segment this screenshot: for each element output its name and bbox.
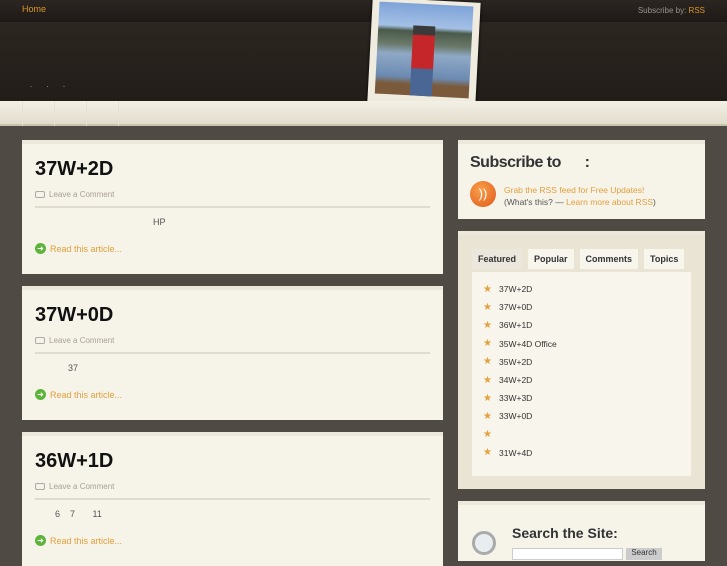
comment-icon [35, 191, 45, 198]
search-title: Search the Site: [512, 525, 618, 541]
post-title[interactable]: 36W+1D [35, 450, 430, 473]
arrow-right-icon: ➜ [35, 389, 46, 400]
star-icon: ★ [483, 356, 492, 368]
header: Home Subscribe by: RSS . . . [0, 0, 727, 107]
nav-item[interactable] [22, 101, 54, 126]
nav-item[interactable] [54, 101, 86, 126]
read-more-link[interactable]: Read this article... [50, 244, 122, 254]
tab-popular[interactable]: Popular [528, 249, 574, 269]
read-more-link[interactable]: Read this article... [50, 536, 122, 546]
star-icon: ★ [483, 301, 492, 313]
header-photo [367, 0, 481, 107]
star-icon: ★ [483, 283, 492, 295]
learn-more-link[interactable]: Learn more about RSS [566, 197, 653, 207]
star-icon: ★ [483, 319, 492, 331]
whats-this-label: (What's this? — [504, 197, 567, 207]
tab-featured[interactable]: Featured [472, 249, 523, 269]
subscribe-widget: Subscribe to : )) Grab the RSS feed for … [458, 140, 705, 219]
list-item[interactable]: ★ 37W+0D [483, 298, 680, 316]
tab-comments[interactable]: Comments [579, 249, 639, 269]
post-excerpt: 6 7 11 [55, 509, 102, 519]
leave-comment-link[interactable]: Leave a Comment [49, 336, 114, 345]
nav-item[interactable] [86, 101, 118, 126]
post-title[interactable]: 37W+2D [35, 158, 430, 181]
star-icon: ★ [483, 338, 492, 350]
rss-link[interactable]: RSS [689, 6, 705, 15]
rss-feed-link[interactable]: Grab the RSS feed for Free Updates! [504, 185, 644, 195]
subscribe-by: Subscribe by: RSS [638, 6, 705, 15]
item-link[interactable]: 33W+3D [499, 393, 532, 403]
comment-icon [35, 337, 45, 344]
tabs-widget: Featured Popular Comments Topics ★ 37W+2D… [458, 231, 705, 489]
list-item[interactable]: ★ 33W+0D [483, 407, 680, 425]
leave-comment-link[interactable]: Leave a Comment [49, 190, 114, 199]
top-bar: Home Subscribe by: RSS [0, 0, 727, 22]
star-icon: ★ [483, 429, 492, 441]
read-more-link[interactable]: Read this article... [50, 390, 122, 400]
item-link[interactable]: 31W+4D [499, 448, 532, 458]
item-link[interactable]: 35W+2D [499, 357, 532, 367]
list-item[interactable]: ★ 37W+2D [483, 280, 680, 298]
item-link[interactable]: 34W+2D [499, 375, 532, 385]
post-title[interactable]: 37W+0D [35, 304, 430, 327]
item-link[interactable]: 35W+4D Office [499, 339, 557, 349]
search-input[interactable] [512, 548, 623, 560]
item-link[interactable]: 36W+1D [499, 320, 532, 330]
star-icon: ★ [483, 374, 492, 386]
list-item[interactable]: ★ 34W+2D [483, 371, 680, 389]
list-item[interactable]: ★ 36W+1D [483, 316, 680, 334]
list-item[interactable]: ★ [483, 426, 680, 444]
featured-list: ★ 37W+2D ★ 37W+0D ★ 36W+1D ★ 35W+4D Office ★… [472, 272, 691, 476]
subscribe-by-label: Subscribe by: [637, 6, 687, 15]
tab-topics[interactable]: Topics [644, 249, 685, 269]
nav-home-link[interactable]: Home [22, 4, 46, 14]
star-icon: ★ [483, 447, 492, 459]
rss-icon[interactable]: )) [470, 181, 496, 207]
star-icon: ★ [483, 410, 492, 422]
arrow-right-icon: ➜ [35, 535, 46, 546]
post: 37W+0D Leave a Comment 37 ➜ Read this art… [22, 286, 443, 420]
nav-item[interactable] [118, 101, 150, 126]
nav-bar [0, 101, 727, 126]
item-link[interactable]: 37W+0D [499, 302, 532, 312]
paren: ) [653, 197, 656, 207]
list-item[interactable]: ★ 35W+4D Office [483, 335, 680, 353]
arrow-right-icon: ➜ [35, 243, 46, 254]
comment-icon [35, 483, 45, 490]
search-widget: Search the Site: Search [458, 501, 705, 561]
magnifier-icon [472, 531, 496, 555]
item-link[interactable]: 37W+2D [499, 284, 532, 294]
list-item[interactable]: ★ 35W+2D [483, 353, 680, 371]
leave-comment-link[interactable]: Leave a Comment [49, 482, 114, 491]
post-excerpt: 37 [68, 363, 79, 373]
site-tagline: . . . [30, 80, 72, 89]
list-item[interactable]: ★ 33W+3D [483, 389, 680, 407]
post: 36W+1D Leave a Comment 6 7 11 ➜ Read this… [22, 432, 443, 566]
search-button[interactable]: Search [626, 548, 662, 560]
item-link[interactable]: 33W+0D [499, 411, 532, 421]
post: 37W+2D Leave a Comment HP ➜ Read this art… [22, 140, 443, 274]
post-excerpt: HP [153, 217, 166, 227]
subscribe-title: Subscribe to : [470, 154, 590, 171]
star-icon: ★ [483, 392, 492, 404]
list-item[interactable]: ★ 31W+4D [483, 444, 680, 462]
